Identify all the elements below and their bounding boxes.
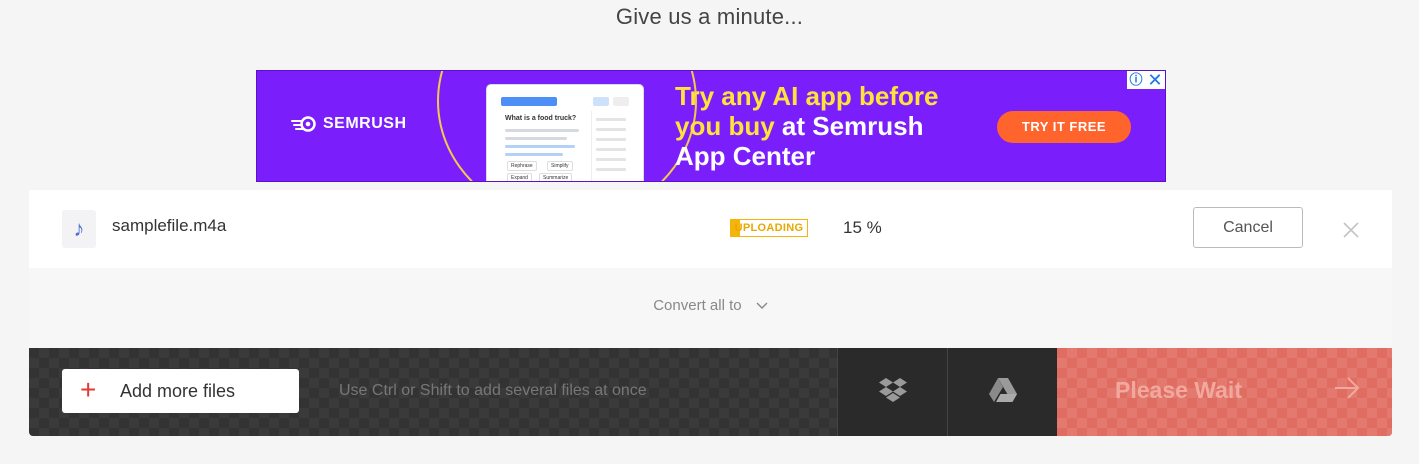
chevron-down-icon <box>756 299 768 313</box>
remove-file-icon[interactable] <box>1339 218 1363 242</box>
status-badge: UPLOADING <box>730 219 808 237</box>
ad-mock-question: What is a food truck? <box>505 115 577 122</box>
ad-mock-tag: Summarize <box>539 173 573 181</box>
google-drive-icon <box>989 378 1017 402</box>
convert-all-dropdown[interactable]: Convert all to <box>29 297 1392 314</box>
convert-all-label: Convert all to <box>653 297 742 314</box>
ad-brand-name: SEMRUSH <box>323 115 407 132</box>
ad-close-icon[interactable]: ✕ <box>1145 71 1165 89</box>
google-drive-button[interactable] <box>947 348 1057 436</box>
ad-headline: Try any AI app before you buy at Semrush… <box>675 81 975 171</box>
multi-select-hint: Use Ctrl or Shift to add several files a… <box>339 382 647 399</box>
file-name: samplefile.m4a <box>112 216 227 235</box>
convert-all-area: Convert all to <box>29 268 1392 348</box>
ad-app-mockup: What is a food truck? Rephrase Simplify … <box>487 85 643 181</box>
add-more-files-label: Add more files <box>120 381 236 401</box>
ad-mock-tag: Simplify <box>547 161 573 171</box>
please-wait-label: Please Wait <box>1115 377 1242 403</box>
file-row: ♪ samplefile.m4a UPLOADING 15 % Cancel <box>29 190 1392 268</box>
add-more-files-button[interactable]: + Add more files <box>62 369 299 413</box>
semrush-logo-icon <box>291 116 316 132</box>
please-wait-button[interactable]: Please Wait <box>1057 348 1392 436</box>
page-headline: Give us a minute... <box>615 4 804 29</box>
arrow-right-icon <box>1333 374 1361 408</box>
ad-cta-button[interactable]: TRY IT FREE <box>997 111 1131 143</box>
ad-mock-tag: Rephrase <box>507 161 537 171</box>
ad-mock-tag: Expand <box>507 173 532 181</box>
plus-icon: + <box>80 374 97 405</box>
ad-banner[interactable]: SEMRUSH What is a food truck? Rephrase S… <box>256 70 1166 182</box>
ad-info-icon[interactable]: ⓘ <box>1127 71 1145 89</box>
cancel-button[interactable]: Cancel <box>1193 207 1303 248</box>
ad-brand-logo: SEMRUSH <box>291 115 407 133</box>
upload-progress: 15 % <box>843 218 882 237</box>
music-note-icon: ♪ <box>62 210 96 248</box>
bottom-action-bar: + Add more files Use Ctrl or Shift to ad… <box>29 348 1392 436</box>
dropbox-icon <box>879 378 907 402</box>
dropbox-button[interactable] <box>837 348 947 436</box>
